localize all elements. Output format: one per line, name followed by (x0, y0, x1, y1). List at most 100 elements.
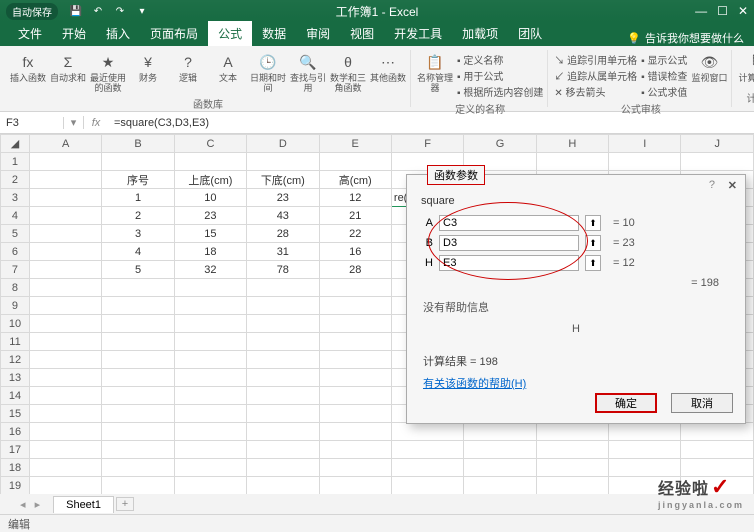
add-sheet-button[interactable]: + (116, 497, 134, 511)
insert-function-button[interactable]: fx插入函数 (10, 52, 46, 84)
row-10[interactable]: 10 (1, 315, 30, 333)
cell[interactable]: 5 (102, 261, 174, 279)
col-J[interactable]: J (681, 135, 754, 153)
show-formulas-button[interactable]: ▪ 显示公式 (641, 52, 687, 67)
cell[interactable]: 3 (102, 225, 174, 243)
cell[interactable]: 高(cm) (319, 171, 391, 189)
logical-button[interactable]: ?逻辑 (170, 52, 206, 84)
col-F[interactable]: F (391, 135, 463, 153)
tab-review[interactable]: 审阅 (296, 21, 340, 46)
range-picker-icon[interactable]: ⬆ (585, 255, 601, 271)
cell[interactable]: 18 (174, 243, 246, 261)
row-14[interactable]: 14 (1, 387, 30, 405)
cell[interactable]: 23 (174, 207, 246, 225)
row-15[interactable]: 15 (1, 405, 30, 423)
use-in-formula-button[interactable]: ▪ 用于公式 (457, 68, 543, 83)
tab-file[interactable]: 文件 (8, 21, 52, 46)
watch-window-button[interactable]: 👁监视窗口 (691, 52, 727, 84)
tab-data[interactable]: 数据 (252, 21, 296, 46)
col-G[interactable]: G (464, 135, 536, 153)
sheet-nav[interactable]: ◂ ▸ (20, 498, 43, 511)
autosave-toggle[interactable]: 自动保存 (6, 3, 58, 20)
arg-input-H[interactable] (439, 255, 579, 271)
datetime-button[interactable]: 🕒日期和时间 (250, 52, 286, 94)
tab-insert[interactable]: 插入 (96, 21, 140, 46)
range-picker-icon[interactable]: ⬆ (585, 235, 601, 251)
cell[interactable]: 10 (174, 189, 246, 207)
autosum-button[interactable]: Σ自动求和 (50, 52, 86, 84)
tell-me[interactable]: 💡 告诉我你想要做什么 (627, 30, 744, 46)
undo-icon[interactable]: ↶ (90, 3, 106, 19)
name-manager-button[interactable]: 📋名称管理器 (417, 52, 453, 94)
arg-input-B[interactable] (439, 235, 579, 251)
dialog-help-button[interactable]: ? (709, 179, 715, 191)
ok-button[interactable]: 确定 (595, 393, 657, 413)
calc-options-button[interactable]: 🖩计算选项 (738, 52, 754, 84)
qat-more-icon[interactable]: ▾ (134, 3, 150, 19)
row-11[interactable]: 11 (1, 333, 30, 351)
fx-button[interactable]: fx (84, 117, 108, 129)
more-functions-button[interactable]: ⋯其他函数 (370, 52, 406, 84)
cell[interactable]: 2 (102, 207, 174, 225)
cell[interactable]: 22 (319, 225, 391, 243)
trace-dependents-button[interactable]: ↙ 追踪从属单元格 (554, 68, 637, 83)
financial-button[interactable]: ¥财务 (130, 52, 166, 84)
col-B[interactable]: B (102, 135, 174, 153)
cell[interactable]: 上底(cm) (174, 171, 246, 189)
cell[interactable]: 21 (319, 207, 391, 225)
error-check-button[interactable]: ▪ 错误检查 (641, 68, 687, 83)
row-4[interactable]: 4 (1, 207, 30, 225)
dialog-close-button[interactable]: ✕ (728, 179, 737, 192)
row-19[interactable]: 19 (1, 477, 30, 495)
trace-precedents-button[interactable]: ↘ 追踪引用单元格 (554, 52, 637, 67)
tab-view[interactable]: 视图 (340, 21, 384, 46)
row-13[interactable]: 13 (1, 369, 30, 387)
row-6[interactable]: 6 (1, 243, 30, 261)
dialog-help-link[interactable]: 有关该函数的帮助(H) (423, 378, 526, 390)
cell[interactable]: 23 (247, 189, 319, 207)
col-D[interactable]: D (247, 135, 319, 153)
cell[interactable]: 下底(cm) (247, 171, 319, 189)
row-9[interactable]: 9 (1, 297, 30, 315)
cell[interactable]: 28 (319, 261, 391, 279)
cell[interactable]: 43 (247, 207, 319, 225)
formula-input[interactable]: =square(C3,D3,E3) (108, 117, 754, 129)
cell[interactable]: 1 (102, 189, 174, 207)
cell[interactable]: 28 (247, 225, 319, 243)
row-7[interactable]: 7 (1, 261, 30, 279)
create-from-selection-button[interactable]: ▪ 根据所选内容创建 (457, 84, 543, 99)
row-16[interactable]: 16 (1, 423, 30, 441)
row-8[interactable]: 8 (1, 279, 30, 297)
col-A[interactable]: A (29, 135, 101, 153)
tab-pagelayout[interactable]: 页面布局 (140, 21, 208, 46)
close-icon[interactable]: ✕ (738, 4, 748, 18)
col-I[interactable]: I (609, 135, 681, 153)
row-5[interactable]: 5 (1, 225, 30, 243)
cell[interactable]: 12 (319, 189, 391, 207)
row-12[interactable]: 12 (1, 351, 30, 369)
minimize-icon[interactable]: — (695, 4, 707, 18)
cell[interactable]: 32 (174, 261, 246, 279)
name-box[interactable]: F3 (0, 117, 64, 129)
cell[interactable]: 16 (319, 243, 391, 261)
math-button[interactable]: θ数学和三角函数 (330, 52, 366, 94)
range-picker-icon[interactable]: ⬆ (585, 215, 601, 231)
row-2[interactable]: 2 (1, 171, 30, 189)
cell[interactable]: 序号 (102, 171, 174, 189)
define-name-button[interactable]: ▪ 定义名称 (457, 52, 543, 67)
save-icon[interactable]: 💾 (68, 3, 84, 19)
tab-developer[interactable]: 开发工具 (384, 21, 452, 46)
tab-addins[interactable]: 加载项 (452, 21, 508, 46)
redo-icon[interactable]: ↷ (112, 3, 128, 19)
row-1[interactable]: 1 (1, 153, 30, 171)
recent-functions-button[interactable]: ★最近使用的函数 (90, 52, 126, 94)
cancel-button[interactable]: 取消 (671, 393, 733, 413)
col-E[interactable]: E (319, 135, 391, 153)
tab-formulas[interactable]: 公式 (208, 21, 252, 46)
text-button[interactable]: A文本 (210, 52, 246, 84)
cell[interactable]: 31 (247, 243, 319, 261)
row-3[interactable]: 3 (1, 189, 30, 207)
tab-home[interactable]: 开始 (52, 21, 96, 46)
col-H[interactable]: H (536, 135, 608, 153)
cell[interactable]: 78 (247, 261, 319, 279)
